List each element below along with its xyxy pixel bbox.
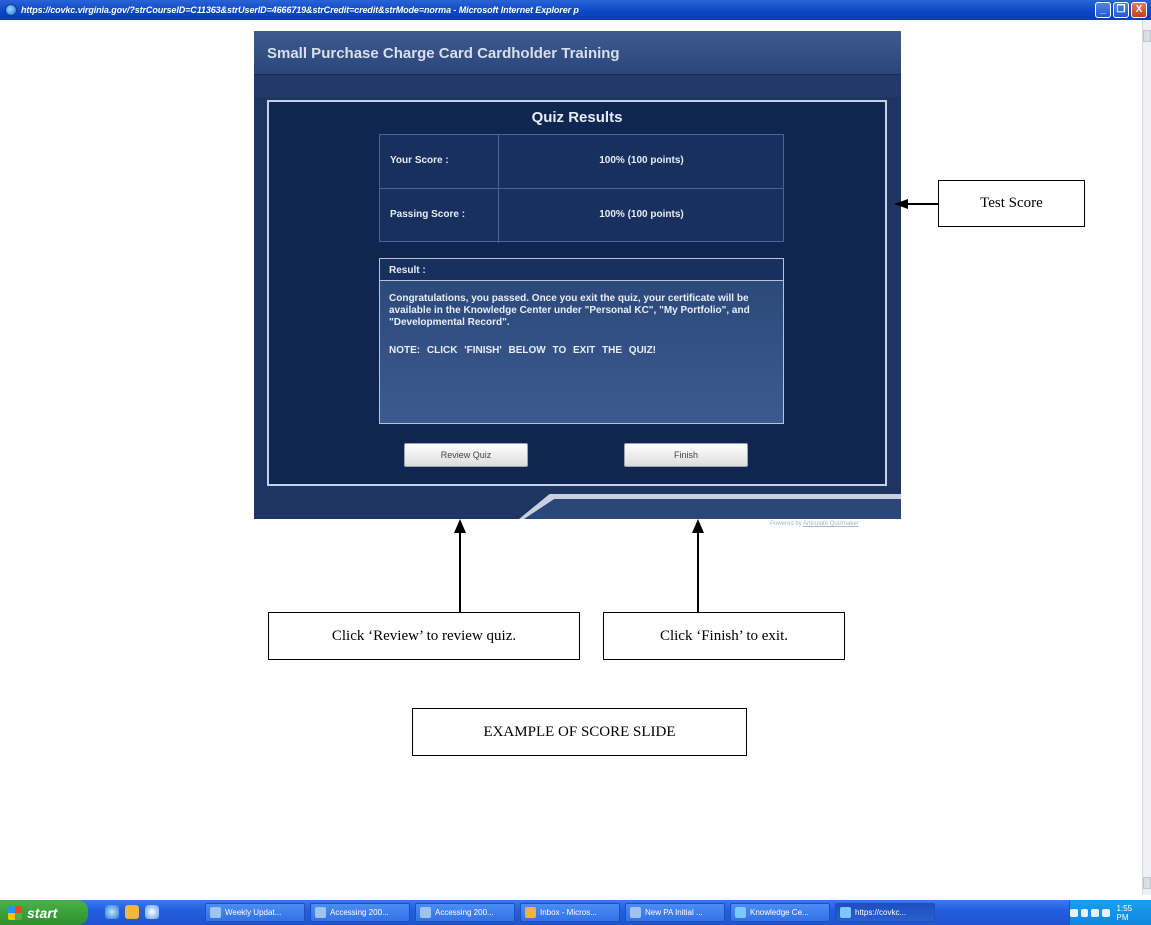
browser-quicklaunch-icon[interactable] (145, 905, 159, 919)
powered-by-text: Powered by (770, 521, 804, 527)
finish-callout: Click ‘Finish’ to exit. (603, 612, 845, 660)
task-label: New PA Initial ... (645, 908, 703, 917)
quiz-results-frame: Quiz Results Your Score : 100% (100 poin… (267, 100, 887, 486)
task-weekly-update[interactable]: Weekly Updat... (205, 903, 305, 922)
passing-score-row: Passing Score : 100% (100 points) (380, 189, 783, 243)
task-accessing-1[interactable]: Accessing 200... (310, 903, 410, 922)
scroll-up-arrow[interactable] (1143, 30, 1151, 42)
outlook-quicklaunch-icon[interactable] (125, 905, 139, 919)
test-score-arrow-line (906, 203, 938, 205)
course-header: Small Purchase Charge Card Cardholder Tr… (254, 31, 901, 75)
score-divider (498, 135, 499, 243)
task-label: Knowledge Ce... (750, 908, 809, 917)
document-icon (210, 907, 221, 918)
score-table: Your Score : 100% (100 points) Passing S… (379, 134, 784, 243)
task-label: Accessing 200... (330, 908, 389, 917)
review-quiz-button[interactable]: Review Quiz (404, 443, 528, 467)
task-label: Accessing 200... (435, 908, 494, 917)
window-title: https://covkc.virginia.gov/?strCourseID=… (21, 5, 579, 15)
result-note: NOTE: CLICK 'FINISH' BELOW TO EXIT THE Q… (389, 345, 657, 356)
task-inbox[interactable]: Inbox - Micros... (520, 903, 620, 922)
your-score-row: Your Score : 100% (100 points) (380, 135, 783, 189)
test-score-callout: Test Score (938, 180, 1085, 227)
review-arrow-line (459, 532, 461, 612)
task-covkc[interactable]: https://covkc... (835, 903, 935, 922)
document-icon (420, 907, 431, 918)
result-message: Congratulations, you passed. Once you ex… (389, 293, 750, 328)
ie-icon (735, 907, 746, 918)
course-subheader (254, 75, 901, 97)
network-icon[interactable] (1069, 908, 1078, 917)
task-label: https://covkc... (855, 908, 907, 917)
example-caption: EXAMPLE OF SCORE SLIDE (412, 708, 747, 756)
powered-by-link[interactable]: Articulate Quizmaker (803, 521, 859, 527)
review-callout: Click ‘Review’ to review quiz. (268, 612, 580, 660)
task-list: Weekly Updat... Accessing 200... Accessi… (205, 903, 935, 922)
finish-button[interactable]: Finish (624, 443, 748, 467)
mail-icon[interactable] (1080, 908, 1089, 917)
windows-logo-icon (8, 905, 22, 920)
course-footer-tab-inner (524, 499, 901, 519)
task-knowledge-center[interactable]: Knowledge Ce... (730, 903, 830, 922)
passing-score-value: 100% (100 points) (599, 209, 684, 220)
quick-launch (105, 905, 159, 919)
quiz-results-title: Quiz Results (531, 109, 623, 126)
ie-icon (5, 4, 17, 16)
taskbar: start Weekly Updat... Accessing 200... A… (0, 900, 1151, 925)
task-accessing-2[interactable]: Accessing 200... (415, 903, 515, 922)
volume-icon[interactable] (1101, 908, 1110, 917)
course-title: Small Purchase Charge Card Cardholder Tr… (267, 45, 620, 62)
task-label: Weekly Updat... (225, 908, 282, 917)
document-icon (315, 907, 326, 918)
minimize-button[interactable]: _ (1095, 2, 1111, 18)
maximize-button[interactable]: ❐ (1113, 2, 1129, 18)
system-tray: 1:55 PM (1069, 900, 1151, 925)
start-button[interactable]: start (0, 900, 88, 925)
outlook-icon (525, 907, 536, 918)
finish-arrow-line (697, 532, 699, 612)
result-label: Result : (389, 265, 426, 276)
ie-icon (840, 907, 851, 918)
security-icon[interactable] (1091, 908, 1099, 917)
result-box: Result : Congratulations, you passed. On… (379, 258, 784, 424)
window-titlebar: https://covkc.virginia.gov/?strCourseID=… (0, 0, 1151, 20)
close-button[interactable]: X (1131, 2, 1147, 18)
clock: 1:55 PM (1116, 903, 1133, 922)
your-score-label: Your Score : (390, 155, 449, 166)
review-arrowhead (454, 519, 466, 533)
window-controls: _ ❐ X (1095, 2, 1147, 18)
scroll-down-arrow[interactable] (1143, 877, 1151, 889)
ie-quicklaunch-icon[interactable] (105, 905, 119, 919)
powered-by: Powered by Articulate Quizmaker (770, 521, 859, 527)
task-label: Inbox - Micros... (540, 908, 597, 917)
finish-arrowhead (692, 519, 704, 533)
passing-score-label: Passing Score : (390, 209, 466, 220)
result-header: Result : (380, 259, 783, 281)
course-player: Small Purchase Charge Card Cardholder Tr… (254, 31, 901, 519)
your-score-value: 100% (100 points) (599, 155, 684, 166)
task-new-pa[interactable]: New PA Initial ... (625, 903, 725, 922)
vertical-scrollbar[interactable] (1142, 20, 1151, 895)
start-label: start (27, 904, 58, 921)
document-icon (630, 907, 641, 918)
